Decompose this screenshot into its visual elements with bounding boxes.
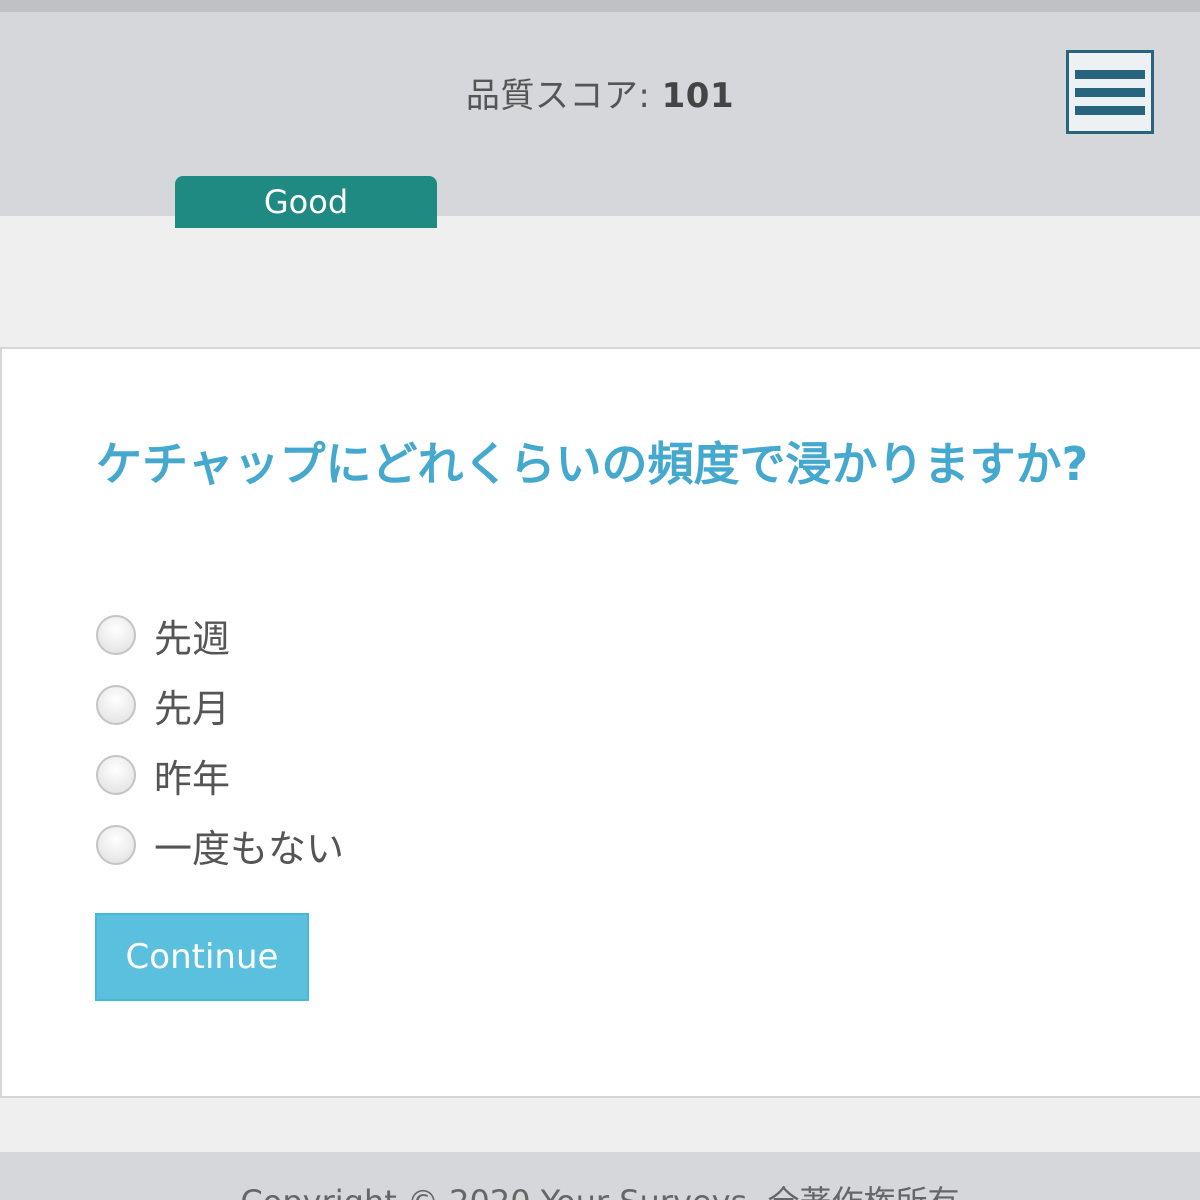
hamburger-menu-icon	[1075, 105, 1145, 115]
answer-option-last-year[interactable]: 昨年	[96, 740, 344, 810]
quality-tier-tab: Good	[175, 176, 437, 228]
quality-score-value: 101	[661, 76, 735, 116]
answer-option-last-month[interactable]: 先月	[96, 670, 344, 740]
answer-options: 先週 先月 昨年 一度もない	[96, 600, 344, 880]
answer-option-last-week[interactable]: 先週	[96, 600, 344, 670]
radio-button[interactable]	[96, 825, 136, 865]
top-bar: 品質スコア: 101 Good	[0, 0, 1200, 228]
hamburger-menu-icon	[1075, 69, 1145, 79]
answer-option-label: 先週	[154, 616, 231, 661]
quality-score: 品質スコア: 101	[0, 68, 1200, 117]
hamburger-menu-icon	[1075, 87, 1145, 97]
footer: Copyright © 2020 Your Surveys. 全著作権所有	[0, 1152, 1200, 1200]
survey-question: ケチャップにどれくらいの頻度で浸かりますか?	[96, 437, 1089, 491]
answer-option-label: 一度もない	[154, 826, 345, 871]
answer-option-never[interactable]: 一度もない	[96, 810, 344, 880]
continue-button[interactable]: Continue	[95, 913, 309, 1001]
answer-option-label: 先月	[154, 686, 231, 731]
answer-option-label: 昨年	[154, 756, 231, 801]
survey-page: 品質スコア: 101 Good ケチャップにどれくらいの頻度で浸かりますか? 先…	[0, 0, 1200, 1200]
copyright-text: Copyright © 2020 Your Surveys. 全著作権所有	[0, 1182, 1200, 1200]
hamburger-menu-button[interactable]	[1066, 50, 1154, 134]
radio-button[interactable]	[96, 755, 136, 795]
quality-score-label: 品質スコア:	[465, 76, 662, 116]
radio-button[interactable]	[96, 685, 136, 725]
radio-button[interactable]	[96, 615, 136, 655]
